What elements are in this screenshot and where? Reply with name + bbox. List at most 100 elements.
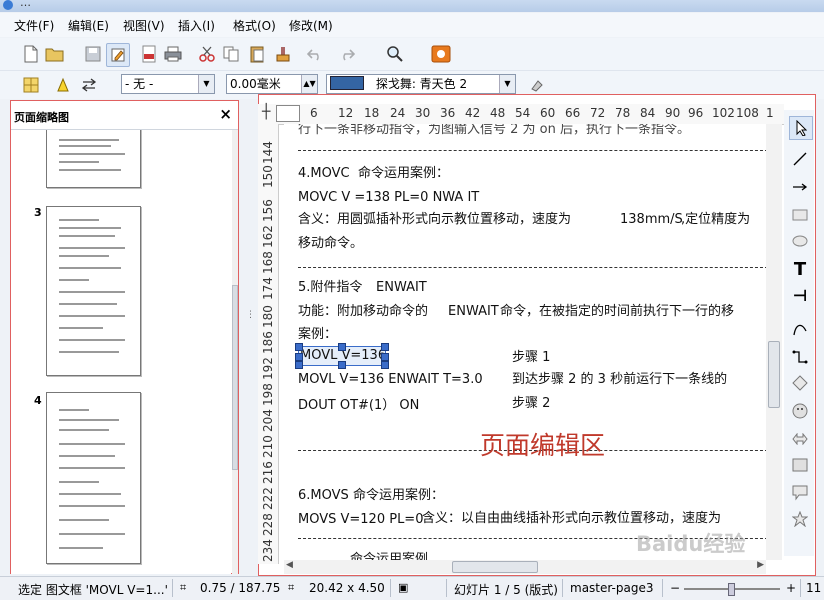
text-line[interactable]: 移动命令。 bbox=[298, 232, 363, 251]
symbol-shapes-icon[interactable] bbox=[789, 400, 811, 422]
zoom-percent[interactable]: 11 bbox=[806, 581, 821, 595]
ruler-tick: 6 bbox=[310, 106, 318, 120]
document-horizontal-scrollbar[interactable]: ◀ ▶ bbox=[284, 560, 766, 574]
gallery-icon[interactable] bbox=[430, 43, 452, 65]
resize-handle[interactable] bbox=[295, 343, 303, 351]
connector-tool-icon[interactable]: ⊣ bbox=[789, 284, 811, 306]
resize-handle[interactable] bbox=[295, 353, 303, 361]
line-width-spin[interactable]: 0.00毫米 ▲▼ bbox=[226, 74, 318, 94]
new-document-icon[interactable] bbox=[20, 43, 42, 65]
scrollbar-thumb[interactable] bbox=[452, 561, 538, 573]
menu-insert[interactable]: 插入(I) bbox=[178, 17, 215, 34]
basic-shapes-icon[interactable] bbox=[789, 372, 811, 394]
rectangle-tool-icon[interactable] bbox=[789, 204, 811, 226]
line-icon[interactable] bbox=[52, 74, 74, 96]
thumbnail-page-4[interactable] bbox=[46, 392, 141, 564]
resize-handle[interactable] bbox=[381, 343, 389, 351]
close-icon[interactable]: × bbox=[219, 105, 232, 123]
arrow-style-icon[interactable] bbox=[78, 74, 100, 96]
text-line[interactable]: 行下一条非移动指令，为图输入信号 2 为 on 后，执行下一条指令。 bbox=[298, 124, 690, 137]
selected-text-frame[interactable]: MOVL V=136 bbox=[295, 343, 389, 369]
text-line[interactable]: 步骤 2 bbox=[512, 392, 550, 411]
curve-tool-icon[interactable] bbox=[789, 318, 811, 340]
connector-line-icon[interactable] bbox=[789, 346, 811, 368]
section-heading[interactable]: 命令运用案例： bbox=[358, 162, 449, 181]
section-heading[interactable]: 命令运用案例： bbox=[353, 484, 444, 503]
text-line[interactable]: 命令运用案例 bbox=[350, 548, 428, 560]
ruler-tick: 42 bbox=[465, 106, 481, 120]
code-line[interactable]: MOVC V =138 PL=0 NWA IT bbox=[298, 190, 479, 205]
resize-handle[interactable] bbox=[381, 361, 389, 369]
text-line[interactable]: 到达步骤 2 的 3 秒前运行下一条线的 bbox=[512, 368, 727, 387]
copy-icon[interactable] bbox=[220, 43, 242, 65]
text-line[interactable]: 含义：用圆弧插补形式向示教位置移动，速度为 bbox=[298, 208, 571, 227]
text-line[interactable]: 步骤 1 bbox=[512, 346, 550, 365]
zoom-in-button[interactable]: + bbox=[786, 581, 796, 595]
text-line[interactable]: ENWAIT bbox=[448, 304, 499, 319]
block-arrows-icon[interactable] bbox=[789, 428, 811, 450]
edit-file-icon[interactable] bbox=[106, 43, 130, 67]
zoom-out-button[interactable]: − bbox=[670, 581, 680, 595]
zoom-slider-thumb[interactable] bbox=[728, 583, 735, 596]
clone-formatting-icon[interactable] bbox=[272, 43, 294, 65]
stars-icon[interactable] bbox=[789, 508, 811, 530]
select-pointer-icon[interactable] bbox=[789, 116, 813, 140]
arrow-line-tool-icon[interactable] bbox=[789, 176, 811, 198]
code-line[interactable]: DOUT OT#(1） ON bbox=[298, 394, 419, 413]
ellipse-tool-icon[interactable] bbox=[789, 230, 811, 252]
code-line[interactable]: MOVS V=120 PL=0 bbox=[298, 512, 423, 527]
window-title: … bbox=[20, 0, 31, 9]
fill-color-select[interactable]: 探戈舞: 青天色 2 ▼ bbox=[326, 74, 516, 94]
ruler-indent-marker[interactable] bbox=[276, 105, 300, 122]
document-page[interactable]: 行下一条非移动指令，为图输入信号 2 为 on 后，执行下一条指令。 4.MOV… bbox=[284, 124, 766, 560]
print-icon[interactable] bbox=[162, 43, 184, 65]
paste-icon[interactable] bbox=[246, 43, 268, 65]
text-line[interactable]: 138mm/S bbox=[620, 212, 683, 227]
thumbnail-page-2[interactable] bbox=[46, 130, 141, 188]
resize-handle[interactable] bbox=[381, 353, 389, 361]
code-line[interactable]: MOVL V=136 ENWAIT T=3.0 bbox=[298, 372, 483, 387]
resize-handle[interactable] bbox=[338, 343, 346, 351]
text-line[interactable]: ENWAIT bbox=[376, 280, 427, 295]
text-tool-icon[interactable]: T bbox=[789, 258, 811, 280]
cut-icon[interactable] bbox=[196, 43, 218, 65]
zoom-icon[interactable] bbox=[384, 43, 406, 65]
undo-icon[interactable] bbox=[304, 43, 326, 65]
document-modified-icon[interactable]: ▣ bbox=[398, 581, 408, 594]
area-style-icon[interactable] bbox=[20, 74, 42, 96]
text-line[interactable]: 功能：附加移动命令的 bbox=[298, 300, 428, 319]
document-vertical-scrollbar[interactable] bbox=[766, 124, 782, 560]
callout-icon[interactable] bbox=[789, 482, 811, 504]
menu-file[interactable]: 文件(F) bbox=[14, 17, 54, 34]
thumbnail-scrollbar[interactable] bbox=[232, 130, 238, 574]
thumbnail-page-3[interactable] bbox=[46, 206, 141, 376]
scrollbar-thumb[interactable] bbox=[768, 341, 780, 408]
resize-handle[interactable] bbox=[338, 361, 346, 369]
scrollbar-thumb[interactable] bbox=[232, 285, 238, 470]
scroll-right-icon[interactable]: ▶ bbox=[757, 560, 764, 570]
line-style-select[interactable]: - 无 - ▼ bbox=[121, 74, 215, 94]
redo-icon[interactable] bbox=[336, 43, 358, 65]
shadow-icon[interactable] bbox=[526, 74, 548, 96]
ruler-tick: 66 bbox=[565, 106, 581, 120]
scroll-left-icon[interactable]: ◀ bbox=[286, 560, 293, 570]
resize-handle[interactable] bbox=[295, 361, 303, 369]
menu-modify[interactable]: 修改(M) bbox=[289, 17, 333, 34]
save-icon[interactable] bbox=[82, 43, 104, 65]
section-heading[interactable]: 4.MOVC bbox=[298, 166, 350, 181]
panel-splitter[interactable]: ⋮ bbox=[240, 100, 258, 574]
section-heading[interactable]: 5.附件指令 bbox=[298, 276, 362, 295]
menu-edit[interactable]: 编辑(E) bbox=[68, 17, 109, 34]
text-line[interactable]: 案例： bbox=[298, 323, 337, 342]
line-tool-icon[interactable] bbox=[789, 148, 811, 170]
text-line[interactable]: 命令，在被指定的时间前执行下一行的移 bbox=[500, 300, 734, 319]
text-line[interactable]: ,定位精度为 bbox=[681, 208, 750, 227]
export-pdf-icon[interactable] bbox=[138, 43, 160, 65]
text-line[interactable]: 含义：以自由曲线插补形式向示教位置移动，速度为 bbox=[422, 507, 721, 526]
section-heading[interactable]: 6.MOVS bbox=[298, 488, 349, 503]
flowchart-icon[interactable] bbox=[789, 454, 811, 476]
ruler-tick: 150 bbox=[261, 165, 275, 188]
menu-view[interactable]: 视图(V) bbox=[123, 17, 165, 34]
open-folder-icon[interactable] bbox=[44, 43, 66, 65]
menu-format[interactable]: 格式(O) bbox=[233, 17, 276, 34]
